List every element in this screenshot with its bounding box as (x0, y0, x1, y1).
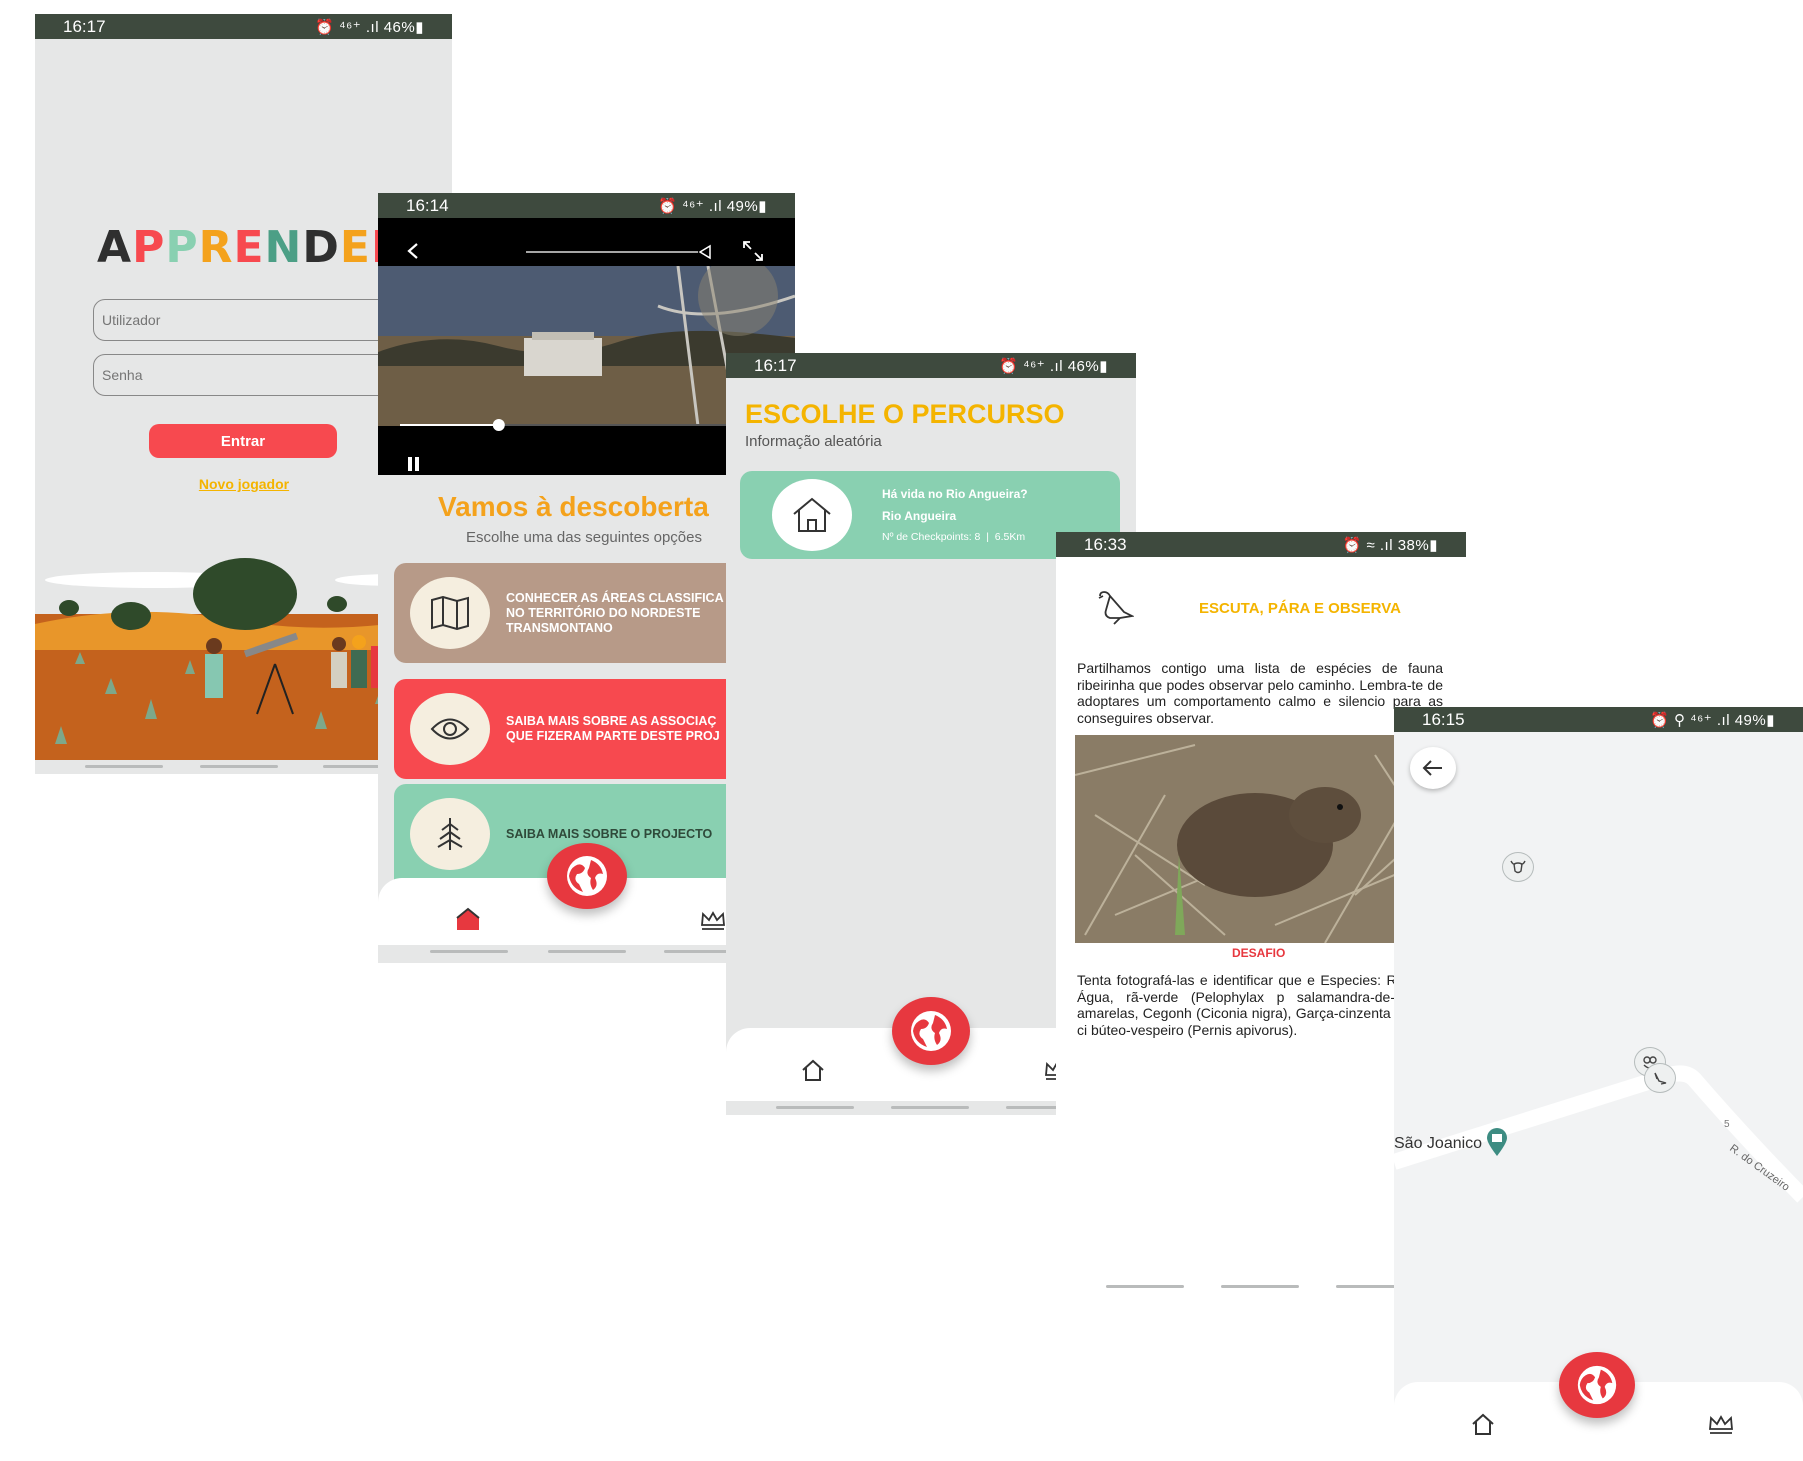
logo-letter: D (302, 222, 340, 273)
place-name: São Joanico (1394, 1135, 1483, 1152)
app-logo: APPRENDER (97, 222, 406, 273)
option-label: CONHECER AS ÁREAS CLASSIFICA NO TERRITÓR… (506, 590, 724, 635)
cow-icon (1510, 860, 1526, 874)
status-icons: ⏰ ≈ .ıl 38%▮ (1342, 536, 1438, 554)
route-question: Há vida no Rio Angueira? (882, 487, 1028, 501)
pause-icon[interactable] (408, 457, 420, 471)
status-bar: 16:14 ⏰ ⁴⁶⁺ .ıl 49%▮ (378, 193, 795, 218)
route-meta: Nº de Checkpoints: 8 | 6.5Km (882, 531, 1025, 543)
logo-letter: A (97, 222, 133, 273)
logo-letter: E (233, 222, 265, 273)
globe-fab[interactable] (892, 997, 970, 1065)
status-bar: 16:33 ⏰ ≈ .ıl 38%▮ (1056, 532, 1466, 557)
challenge-intro: Partilhamos contigo uma lista de espécie… (1077, 660, 1443, 726)
logo-letter: E (339, 222, 371, 273)
back-icon[interactable] (406, 242, 420, 260)
login-button[interactable]: Entrar (149, 424, 337, 458)
logo-letter: P (132, 222, 166, 273)
crown-icon[interactable] (1708, 1414, 1734, 1434)
status-time: 16:17 (754, 355, 797, 375)
challenge-label: DESAFIO (1232, 946, 1286, 960)
globe-icon (567, 856, 607, 896)
option-icon-circle (410, 798, 490, 870)
menu-subhead: Escolhe uma das seguintes opções (466, 529, 702, 546)
option-label: SAIBA MAIS SOBRE AS ASSOCIAÇ QUE FIZERAM… (506, 714, 720, 743)
status-time: 16:33 (1084, 534, 1127, 554)
video-progress-bar[interactable] (400, 419, 780, 431)
username-input[interactable] (94, 300, 422, 340)
new-player-link[interactable]: Novo jogador (185, 476, 303, 492)
house-icon (793, 497, 831, 532)
status-time: 16:14 (406, 195, 449, 215)
route-distance: 6.5Km (994, 531, 1026, 543)
challenge-title: ESCUTA, PÁRA E OBSERVA (1199, 600, 1401, 617)
globe-fab[interactable] (1559, 1352, 1635, 1418)
status-time: 16:17 (63, 16, 106, 36)
fullscreen-icon[interactable] (742, 240, 764, 262)
status-icons: ⏰ ⁴⁶⁺ .ıl 46%▮ (315, 18, 424, 36)
status-bar: 16:17 ⏰ ⁴⁶⁺ .ıl 46%▮ (726, 353, 1136, 378)
back-button[interactable] (1410, 747, 1456, 789)
arrow-left-icon (1422, 760, 1442, 776)
cattle-marker[interactable] (1502, 852, 1534, 882)
video-progress-knob[interactable] (492, 419, 505, 431)
logo-letter: R (198, 222, 234, 273)
home-icon[interactable] (800, 1058, 826, 1082)
status-icons: ⏰ ⁴⁶⁺ .ıl 46%▮ (999, 357, 1108, 375)
home-icon[interactable] (1470, 1412, 1496, 1436)
status-icons: ⏰ ⁴⁶⁺ .ıl 49%▮ (658, 197, 767, 215)
status-bar: 16:17 ⏰ ⁴⁶⁺ .ıl 46%▮ (35, 14, 452, 39)
volume-slider[interactable] (526, 244, 712, 260)
menu-headline: Vamos à descoberta (438, 491, 709, 522)
route-checkpoints: Nº de Checkpoints: 8 (882, 531, 981, 543)
routes-subtitle: Informação aleatória (745, 433, 882, 450)
map-icon (431, 596, 469, 630)
bird-icon (1654, 1072, 1667, 1085)
meta-separator: | (983, 531, 992, 543)
username-field[interactable] (93, 299, 423, 341)
globe-icon (1577, 1365, 1617, 1405)
home-icon[interactable] (454, 906, 482, 932)
route-icon-circle (772, 479, 852, 551)
place-label: São Joanico (1394, 1135, 1482, 1153)
place-pin-icon[interactable] (1486, 1127, 1508, 1157)
house-number: 5 (1724, 1119, 1730, 1130)
logo-letter: P (165, 222, 199, 273)
bird-icon (1098, 591, 1134, 625)
eye-icon (430, 718, 470, 740)
option-icon-circle (410, 577, 490, 649)
crown-icon[interactable] (700, 910, 726, 930)
routes-title: ESCOLHE O PERCURSO (745, 399, 1065, 429)
option-icon-circle (410, 693, 490, 765)
password-field[interactable] (93, 354, 423, 396)
globe-icon (911, 1011, 951, 1051)
route-name: Rio Angueira (882, 509, 957, 523)
challenge-text: Tenta fotografá-las e identificar que e … (1077, 972, 1437, 1038)
password-input[interactable] (94, 355, 422, 395)
logo-letter: N (264, 222, 303, 273)
tree-icon (437, 818, 463, 850)
map-canvas[interactable] (1394, 707, 1803, 1461)
map-screen: 16:15 ⏰ ⚲ ⁴⁶⁺ .ıl 49%▮ São Joanico 5 R. … (1394, 707, 1803, 1461)
globe-fab[interactable] (547, 843, 627, 909)
bird-marker[interactable] (1644, 1063, 1676, 1093)
